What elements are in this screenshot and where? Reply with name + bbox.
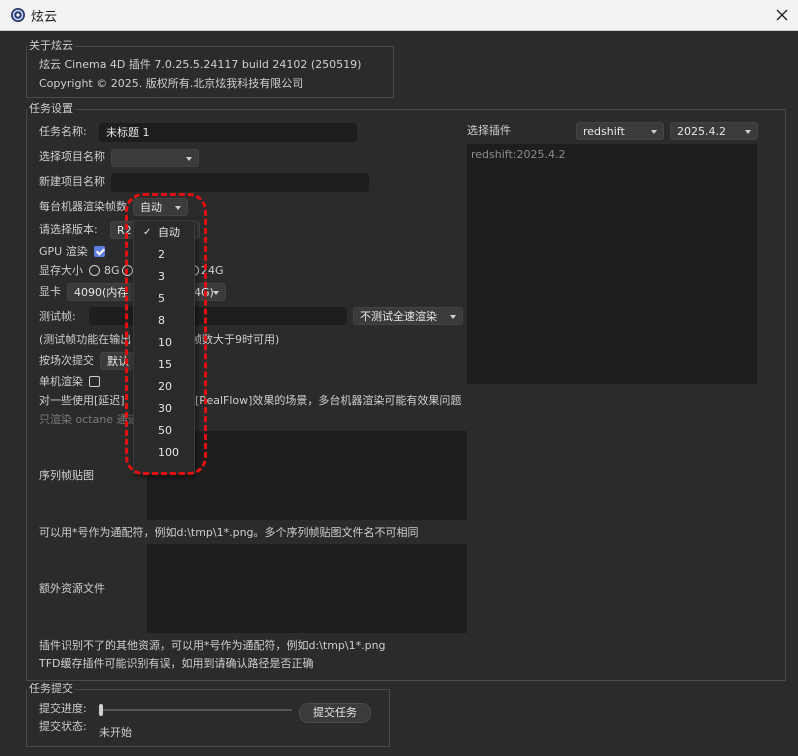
about-copyright-text: Copyright © 2025. 版权所有.北京炫我科技有限公司 — [39, 77, 304, 90]
submit-task-button[interactable]: 提交任务 — [299, 703, 371, 723]
plugin-version-value: 2025.4.2 — [677, 125, 726, 138]
vram-8g-label: 8G — [104, 264, 120, 277]
gpu-card-label: 显卡 — [39, 285, 61, 298]
vram-8g-radio[interactable] — [89, 265, 100, 276]
tfd-hint: TFD缓存插件可能识别有误，如用到请确认路径是否正确 — [39, 657, 314, 670]
sequence-label: 序列帧贴图 — [39, 469, 94, 482]
window-title: 炫云 — [31, 10, 58, 25]
vram-label: 显存大小 — [39, 264, 83, 277]
task-name-label: 任务名称: — [39, 125, 87, 138]
submit-by-scene-label: 按场次提交 — [39, 354, 94, 367]
sequence-hint: 可以用*号作为通配符，例如d:\tmp\1*.png。多个序列帧贴图文件名不可相… — [39, 526, 419, 539]
plugin-label: 选择插件 — [467, 124, 511, 137]
close-icon — [776, 9, 788, 21]
select-project-combo[interactable] — [111, 149, 199, 167]
frames-per-machine-label: 每台机器渲染帧数 — [39, 200, 127, 213]
version-label: 请选择版本: — [39, 223, 98, 236]
extra-resources-hint: 插件识别不了的其他资源，可以用*号作为通配符，例如d:\tmp\1*.png — [39, 639, 386, 652]
test-frame-label: 测试帧: — [39, 310, 76, 323]
chevron-down-icon — [745, 130, 751, 134]
extra-resources-label: 额外资源文件 — [39, 582, 105, 595]
app-logo-icon — [10, 7, 26, 23]
select-project-label: 选择项目名称 — [39, 150, 105, 163]
progress-label: 提交进度: — [39, 702, 87, 715]
test-mode-combo[interactable]: 不测试全速渲染 — [353, 307, 463, 325]
plugin-list-item[interactable]: redshift:2025.4.2 — [471, 148, 753, 161]
test-frame-note: (测试帧功能在输出 — [39, 333, 132, 346]
task-settings-group-title: 任务设置 — [27, 102, 75, 115]
progress-track[interactable] — [100, 709, 292, 711]
task-name-input[interactable]: 未标题 1 — [99, 123, 357, 142]
about-version-text: 炫云 Cinema 4D 插件 7.0.25.5.24117 build 241… — [39, 58, 362, 71]
status-value: 未开始 — [99, 726, 132, 739]
gpu-render-label: GPU 渲染 — [39, 245, 88, 258]
single-machine-label: 单机渲染 — [39, 375, 83, 388]
plugin-combo[interactable]: redshift — [576, 122, 664, 140]
plugin-version-combo[interactable]: 2025.4.2 — [670, 122, 758, 140]
new-project-label: 新建项目名称 — [39, 175, 105, 188]
extra-resources-textarea[interactable] — [147, 544, 467, 633]
octane-channel-option[interactable]: 只渲染 octane 通道 — [39, 413, 139, 427]
plugin-list[interactable]: redshift:2025.4.2 — [467, 144, 757, 384]
single-machine-checkbox[interactable] — [89, 376, 100, 387]
plugin-value: redshift — [583, 125, 625, 138]
submit-group-title: 任务提交 — [27, 682, 75, 695]
about-group-title: 关于炫云 — [27, 39, 75, 52]
warning-text-tail: [RealFlow]效果的场景，多台机器渲染可能有效果问题 — [195, 394, 462, 407]
chevron-down-icon — [450, 315, 456, 319]
chevron-down-icon — [186, 157, 192, 161]
gpu-render-checkbox[interactable] — [94, 246, 105, 257]
status-label: 提交状态: — [39, 720, 87, 733]
chevron-down-icon — [213, 291, 219, 295]
annotation-highlight — [125, 193, 207, 475]
warning-text: 对一些使用[延迟] — [39, 394, 125, 407]
chevron-down-icon — [651, 130, 657, 134]
close-button[interactable] — [770, 4, 794, 26]
test-mode-value: 不测试全速渲染 — [360, 310, 437, 323]
new-project-input[interactable] — [111, 173, 369, 192]
progress-handle[interactable] — [99, 704, 103, 716]
title-bar — [0, 0, 798, 31]
